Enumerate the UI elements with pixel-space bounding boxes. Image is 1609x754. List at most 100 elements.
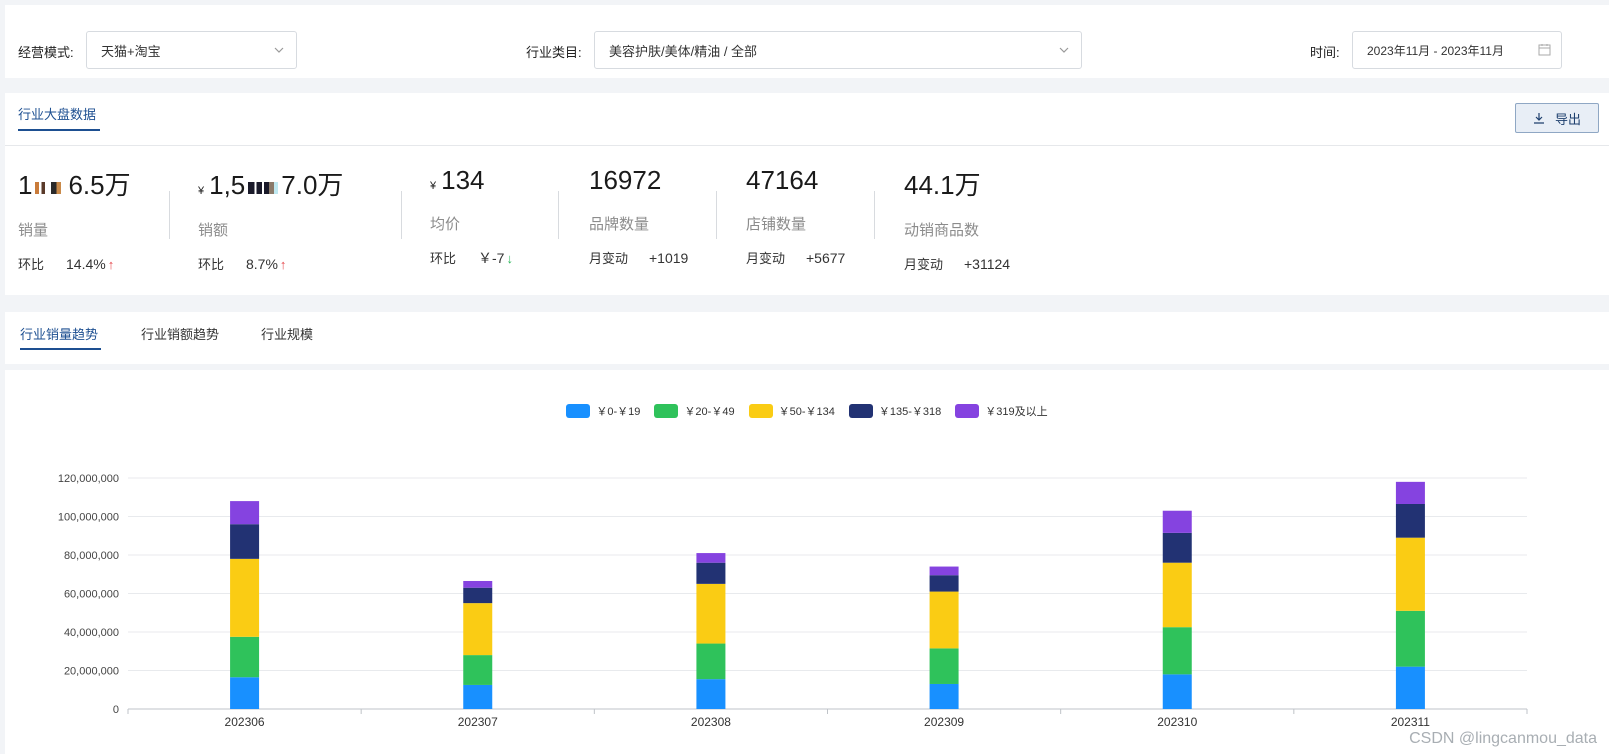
arrow-down-icon: ↓ [506,251,513,266]
watermark: CSDN @lingcanmou_data [1409,730,1597,747]
metric-brand-count: 16972 品牌数量 月变动 +1019 [589,165,688,267]
calendar-icon [1538,44,1551,56]
trend-tab-bar: 行业销量趋势 行业销额趋势 行业规模 [5,312,1609,364]
tab-underline [18,129,100,131]
metric-average-price: ¥ 134 均价 环比 ￥-7 ↓ [430,165,513,268]
bar-segment [463,587,493,604]
metric-value: 16972 [589,165,662,195]
metric-name: 销量 [18,222,49,239]
y-tick-label: 0 [113,704,119,716]
time-label: 时间: [1310,45,1340,60]
bar-segment [1162,510,1192,533]
bar-segment [696,583,726,644]
overview-panel: 行业大盘数据 导出 1 6.5万 销量 环比 14.4% ↑ ¥ 1,5 7.0… [5,93,1609,295]
metric-sales-volume: 1 6.5万 销量 环比 14.4% ↑ [18,165,131,273]
metric-change: 月变动 +1019 [589,250,689,266]
bar-segment [1162,562,1192,628]
arrow-up-icon: ↑ [107,257,115,272]
bar-segment [463,580,493,588]
bar-segment [929,683,959,709]
export-button[interactable]: 导出 [1515,103,1599,133]
bar-segment [696,562,726,584]
bar-segment [696,643,726,680]
bar-segment [1162,532,1192,563]
metric-name: 均价 [430,216,461,233]
bar-segment [929,575,959,592]
x-tick-label: 202309 [924,715,964,729]
bar-segment [1395,610,1425,667]
category-value: 美容护肤/美体/精油 / 全部 [609,43,758,59]
divider [716,191,717,239]
divider [401,191,402,239]
bar-segment [463,603,493,656]
x-tick-label: 202308 [691,715,731,729]
bar-segment [463,655,493,685]
y-tick-label: 20,000,000 [64,666,119,678]
bar-segment [1162,627,1192,675]
mode-value: 天猫+淘宝 [101,43,161,59]
metric-value: ¥ 1,5 7.0万 [198,170,344,200]
metric-change: 环比 ￥-7 ↓ [430,250,513,266]
y-tick-label: 40,000,000 [64,627,119,639]
bar-segment [230,636,260,678]
bar-segment [230,524,260,559]
metric-name: 品牌数量 [589,216,650,233]
bar-segment [1395,481,1425,504]
metric-value: 1 6.5万 [18,170,131,200]
bar-segment [1162,674,1192,709]
tab-industry-scale[interactable]: 行业规模 [261,324,313,343]
bar-segment [1395,666,1425,709]
stacked-bar-chart: ￥0-￥19 ￥20-￥49 ￥50-￥134 ￥135-￥318 ￥319及以上 02… [5,370,1609,754]
arrow-up-icon: ↑ [279,257,287,272]
y-tick-label: 60,000,000 [64,589,119,601]
x-tick-label: 202311 [1391,715,1430,729]
bar-segment [929,591,959,649]
bar-segment [929,566,959,576]
chart-svg: 0 20,000,000 40,000,000 60,000,000 80,000,00… [58,473,1528,729]
metric-change: 环比 14.4% ↑ [18,256,115,272]
bar-segment [230,558,260,637]
redacted-mark [247,182,279,194]
bar-segment [230,677,260,709]
mode-select[interactable]: 天猫+淘宝 [86,31,297,69]
y-tick-label: 120,000,000 [58,473,119,485]
divider [558,191,559,239]
metric-value: 44.1万 [904,170,981,200]
y-tick-label: 80,000,000 [64,550,119,562]
chevron-down-icon [274,47,284,53]
metric-name: 销额 [198,222,229,239]
divider [874,191,875,239]
metric-active-items: 44.1万 动销商品数 月变动 +31124 [904,165,1010,273]
time-value: 2023年11月 - 2023年11月 [1367,43,1504,58]
divider [5,145,1609,146]
tab-sales-amount-trend[interactable]: 行业销额趋势 [141,324,219,343]
x-tick-label: 202306 [225,715,265,729]
download-icon [1533,113,1544,124]
tab-sales-volume-trend[interactable]: 行业销量趋势 [20,324,98,343]
bar-segment [230,501,260,525]
category-select[interactable]: 美容护肤/美体/精油 / 全部 [594,31,1082,69]
metric-value: ¥ 134 [430,165,485,195]
metric-change: 月变动 +31124 [904,256,1011,272]
metric-sales-amount: ¥ 1,5 7.0万 销额 环比 8.7% ↑ [198,165,343,273]
metric-change: 月变动 +5677 [746,250,846,266]
metric-value: 47164 [746,165,819,195]
x-tick-label: 202307 [458,715,498,729]
tab-underline [20,348,101,350]
bar-segment [1395,537,1425,611]
time-range-picker[interactable]: 2023年11月 - 2023年11月 [1352,31,1562,69]
filter-bar: 经营模式: 天猫+淘宝 行业类目: 美容护肤/美体/精油 / 全部 时间: 20… [5,5,1609,78]
y-tick-label: 100,000,000 [58,512,119,524]
tab-industry-overview[interactable]: 行业大盘数据 [18,104,96,123]
bar-segment [1395,503,1425,538]
metric-name: 动销商品数 [904,222,980,239]
chevron-down-icon [1059,47,1069,53]
metric-change: 环比 8.7% ↑ [198,256,287,272]
bar-segment [463,684,493,709]
metric-shop-count: 47164 店铺数量 月变动 +5677 [746,165,845,267]
bar-segment [696,679,726,709]
metric-name: 店铺数量 [746,216,807,233]
category-label: 行业类目: [526,45,582,60]
divider [169,191,170,239]
bar-segment [929,648,959,684]
